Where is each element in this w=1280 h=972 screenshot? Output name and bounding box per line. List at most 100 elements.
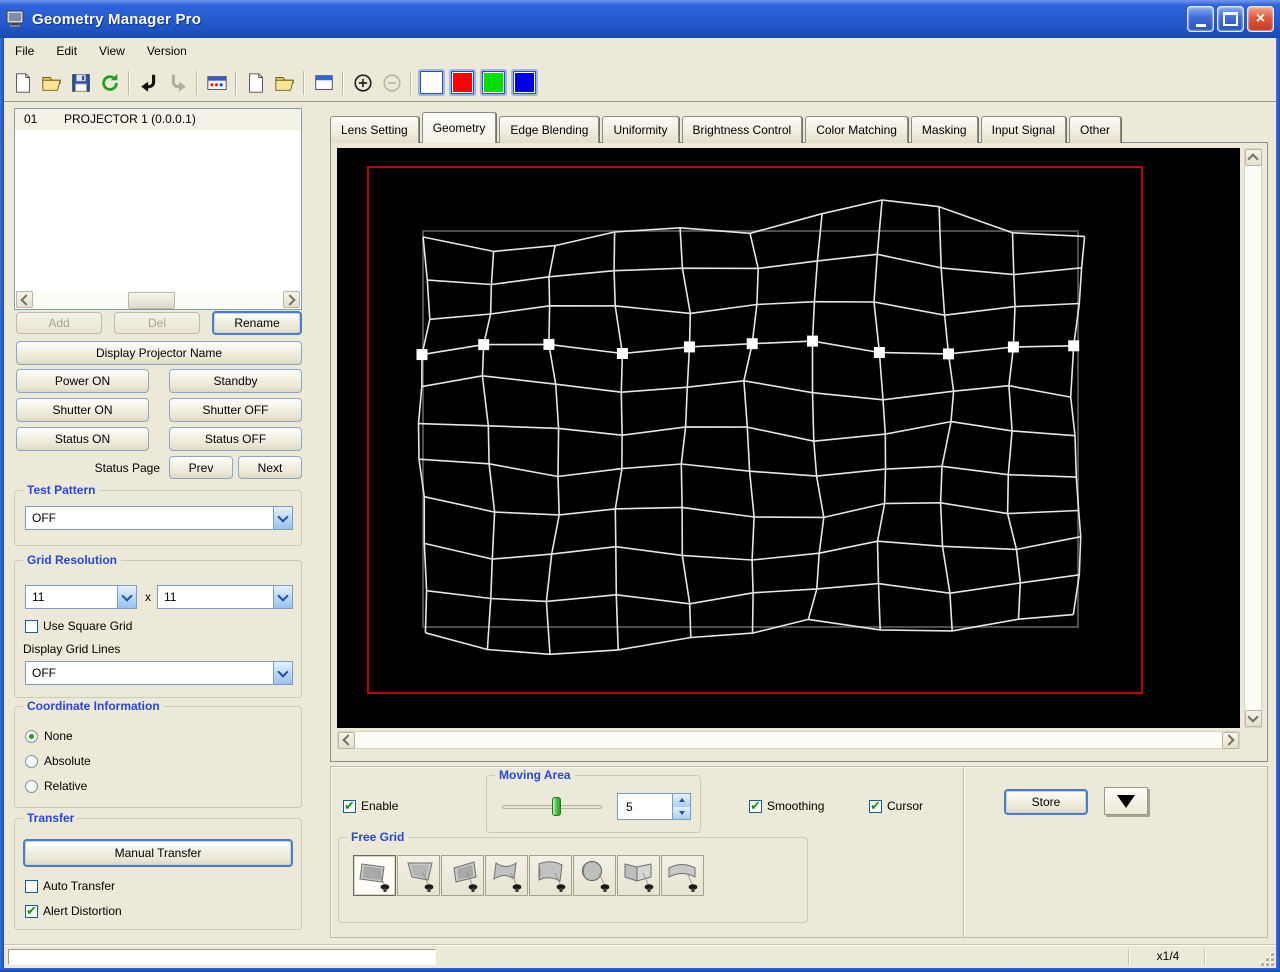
scroll-thumb[interactable] xyxy=(128,292,175,309)
projector-status-icon[interactable] xyxy=(202,68,231,97)
store-button[interactable]: Store xyxy=(1004,789,1088,815)
canvas-hscrollbar[interactable] xyxy=(337,731,1240,749)
grid-control-point[interactable] xyxy=(478,339,490,351)
alert-distortion-checkbox[interactable]: Alert Distortion xyxy=(25,903,122,919)
new-window-icon[interactable] xyxy=(241,68,270,97)
moving-area-spinner[interactable]: 5 xyxy=(617,793,691,820)
free-grid-flat-screen-button[interactable] xyxy=(353,855,396,896)
store-dropdown-button[interactable] xyxy=(1104,787,1148,815)
scroll-right-button[interactable] xyxy=(1222,731,1239,749)
status-page-prev-button[interactable]: Prev xyxy=(169,456,233,479)
zoom-in-icon[interactable] xyxy=(348,68,377,97)
grid-cols-dropdown-button[interactable] xyxy=(117,586,136,608)
tab-lens-setting[interactable]: Lens Setting xyxy=(330,116,419,143)
refresh-icon[interactable] xyxy=(95,68,124,97)
grid-control-point[interactable] xyxy=(543,338,555,350)
maximize-button[interactable] xyxy=(1217,6,1244,32)
grid-control-point[interactable] xyxy=(684,341,695,353)
shutter-off-button[interactable]: Shutter OFF xyxy=(169,398,302,422)
free-grid-flat-screen-tilt-button[interactable] xyxy=(397,855,440,896)
coordinate-radio-none[interactable]: None xyxy=(25,729,73,743)
rename-button[interactable]: Rename xyxy=(212,311,302,335)
del-button[interactable]: Del xyxy=(114,312,200,334)
grid-cols-select[interactable]: 11 xyxy=(25,585,137,609)
redo-icon[interactable] xyxy=(163,68,192,97)
menu-version[interactable]: Version xyxy=(136,40,198,62)
tab-masking[interactable]: Masking xyxy=(910,116,978,143)
status-page-next-button[interactable]: Next xyxy=(238,456,302,479)
red-screen-button[interactable] xyxy=(451,71,474,94)
resize-grip[interactable] xyxy=(1260,952,1274,966)
open-file-icon[interactable] xyxy=(37,68,66,97)
scroll-left-button[interactable] xyxy=(338,731,355,749)
blue-screen-button[interactable] xyxy=(513,71,536,94)
grid-control-point[interactable] xyxy=(1007,341,1019,353)
grid-control-point[interactable] xyxy=(943,348,954,360)
grid-control-point[interactable] xyxy=(873,347,885,358)
canvas-vscrollbar[interactable] xyxy=(1244,148,1262,728)
display-grid-lines-dropdown-button[interactable] xyxy=(273,662,292,684)
menu-file[interactable]: File xyxy=(4,40,45,62)
new-file-icon[interactable] xyxy=(8,68,37,97)
scroll-left-button[interactable] xyxy=(16,291,33,308)
grid-rows-dropdown-button[interactable] xyxy=(273,586,292,608)
window-icon[interactable] xyxy=(309,68,338,97)
tab-color-matching[interactable]: Color Matching xyxy=(805,116,908,143)
zoom-out-icon[interactable] xyxy=(377,68,406,97)
shutter-on-button[interactable]: Shutter ON xyxy=(16,398,149,422)
spin-down-button[interactable] xyxy=(673,806,690,819)
free-grid-screen-lean-back-button[interactable] xyxy=(441,855,484,896)
free-grid-sphere-button[interactable] xyxy=(573,855,616,896)
menu-edit[interactable]: Edit xyxy=(45,40,88,62)
open-window-icon[interactable] xyxy=(270,68,299,97)
slider-thumb[interactable] xyxy=(552,797,561,816)
test-pattern-select[interactable]: OFF xyxy=(25,506,293,530)
projector-list-item[interactable]: 01 PROJECTOR 1 (0.0.0.1) xyxy=(15,109,301,130)
auto-transfer-checkbox[interactable]: Auto Transfer xyxy=(25,879,115,893)
geometry-canvas[interactable] xyxy=(337,148,1240,728)
projector-list-hscrollbar[interactable] xyxy=(16,291,300,309)
menu-view[interactable]: View xyxy=(88,40,136,62)
grid-rows-select[interactable]: 11 xyxy=(157,585,293,609)
display-grid-lines-select[interactable]: OFF xyxy=(25,661,293,685)
status-off-button[interactable]: Status OFF xyxy=(169,427,302,451)
projector-list[interactable]: 01 PROJECTOR 1 (0.0.0.1) xyxy=(14,108,302,310)
tab-brightness-control[interactable]: Brightness Control xyxy=(681,116,803,143)
free-grid-curved-screen-button[interactable] xyxy=(661,855,704,896)
tab-input-signal[interactable]: Input Signal xyxy=(980,116,1066,143)
scroll-down-button[interactable] xyxy=(1244,710,1262,727)
add-button[interactable]: Add xyxy=(16,312,102,334)
grid-control-point[interactable] xyxy=(807,335,818,347)
tab-other[interactable]: Other xyxy=(1069,116,1122,143)
scroll-up-button[interactable] xyxy=(1244,149,1262,166)
undo-icon[interactable] xyxy=(134,68,163,97)
tab-edge-blending[interactable]: Edge Blending xyxy=(499,116,600,143)
scroll-right-button[interactable] xyxy=(283,291,300,308)
spin-up-button[interactable] xyxy=(673,794,690,807)
display-projector-name-button[interactable]: Display Projector Name xyxy=(16,341,302,365)
grid-control-point[interactable] xyxy=(416,349,428,361)
free-grid-corner-screen-button[interactable] xyxy=(617,855,660,896)
coordinate-radio-relative[interactable]: Relative xyxy=(25,779,87,793)
coordinate-radio-absolute[interactable]: Absolute xyxy=(25,754,91,768)
use-square-grid-checkbox[interactable]: Use Square Grid xyxy=(25,619,132,633)
save-icon[interactable] xyxy=(66,68,95,97)
free-grid-cylinder-column-button[interactable] xyxy=(529,855,572,896)
tab-uniformity[interactable]: Uniformity xyxy=(602,116,679,143)
enable-checkbox[interactable]: Enable xyxy=(343,798,398,814)
free-grid-cylinder-concave-button[interactable] xyxy=(485,855,528,896)
close-button[interactable]: × xyxy=(1247,6,1274,32)
grid-control-point[interactable] xyxy=(616,348,628,359)
standby-button[interactable]: Standby xyxy=(169,369,302,393)
status-on-button[interactable]: Status ON xyxy=(16,427,149,451)
cursor-checkbox[interactable]: Cursor xyxy=(869,798,923,814)
grid-control-point[interactable] xyxy=(1068,340,1080,352)
tab-geometry[interactable]: Geometry xyxy=(421,112,497,143)
green-screen-button[interactable] xyxy=(482,71,505,94)
minimize-button[interactable] xyxy=(1187,6,1214,32)
white-screen-button[interactable] xyxy=(420,71,443,94)
test-pattern-dropdown-button[interactable] xyxy=(273,507,292,529)
power-on-button[interactable]: Power ON xyxy=(16,369,149,393)
manual-transfer-button[interactable]: Manual Transfer xyxy=(23,839,293,867)
scroll-track[interactable] xyxy=(33,291,283,309)
